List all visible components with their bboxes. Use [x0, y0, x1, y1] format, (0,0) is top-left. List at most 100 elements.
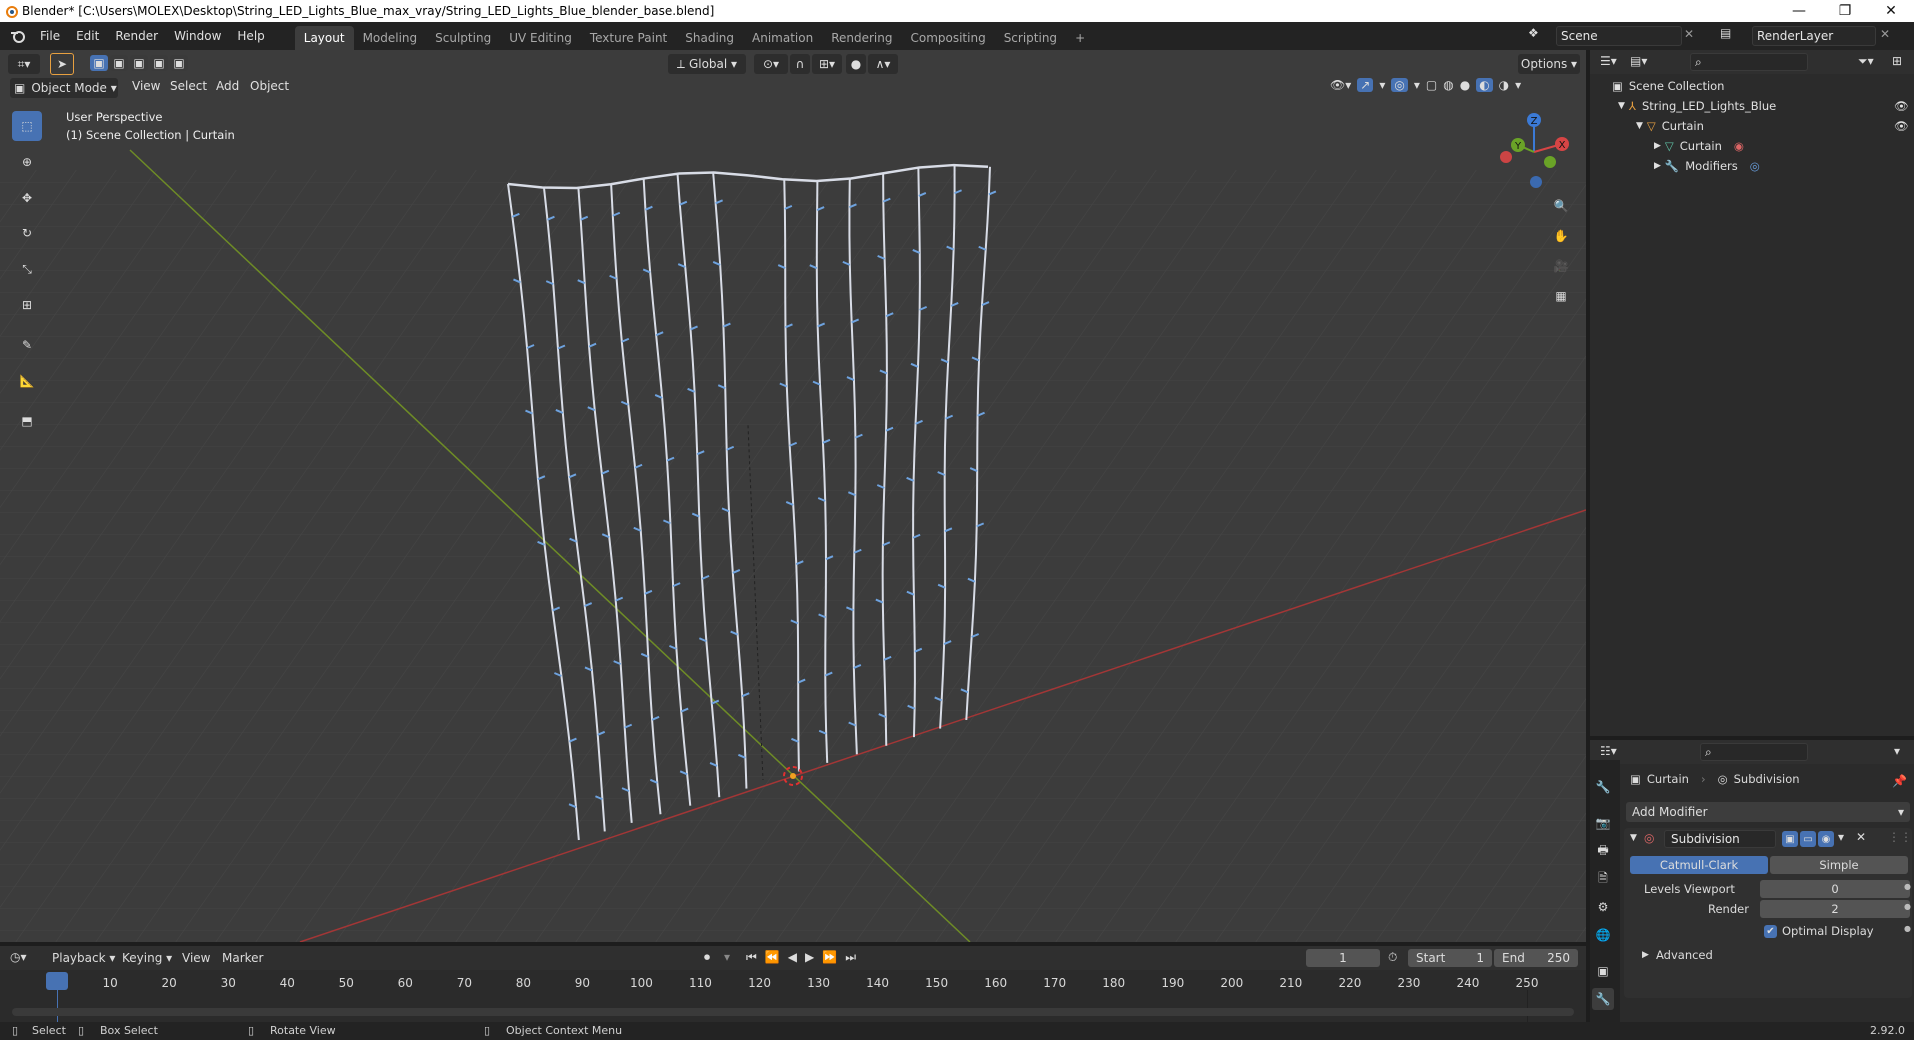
proportional-edit-icon[interactable]: ● — [846, 54, 866, 74]
collapse-arrow-icon[interactable]: ▼ — [1630, 833, 1637, 843]
menu-help[interactable]: Help — [229, 22, 272, 50]
renderlayer-close-icon[interactable]: ✕ — [1880, 27, 1890, 41]
select-intersect-icon[interactable]: ▣ — [170, 55, 188, 71]
viewport-menu-object[interactable]: Object — [242, 72, 297, 100]
select-new-icon[interactable]: ▣ — [90, 55, 108, 71]
ortho-grid-icon[interactable]: ▦ — [1548, 283, 1574, 309]
editmode-toggle-icon[interactable]: ▣ — [1782, 831, 1798, 847]
visibility-eye-icon[interactable]: 👁 — [1894, 99, 1909, 113]
keyframe-dot-icon[interactable]: ● — [1904, 882, 1911, 891]
restore-button[interactable]: ❐ — [1822, 0, 1868, 22]
shading-material-icon[interactable]: ◐ — [1476, 78, 1493, 92]
levels-viewport-field[interactable]: 0 — [1760, 880, 1910, 898]
drag-handle-icon[interactable]: ⋮⋮ — [1888, 830, 1912, 844]
scale-tool-icon[interactable]: ⤡ — [12, 254, 42, 284]
tab-rendering[interactable]: Rendering — [822, 26, 901, 50]
current-frame-field[interactable]: 1 — [1306, 949, 1380, 967]
options-dropdown[interactable]: Options ▾ — [1518, 54, 1580, 74]
camera-view-icon[interactable]: 🎥 — [1548, 253, 1574, 279]
pivot-point-icon[interactable]: ⊙▾ — [754, 54, 788, 74]
properties-dropdown-icon[interactable]: ▾ — [1894, 744, 1900, 758]
auto-key-dropdown-icon[interactable]: ▾ — [724, 950, 730, 964]
viewport-toggle-icon[interactable]: ▭ — [1800, 831, 1816, 847]
properties-search-input[interactable]: ⌕ — [1700, 743, 1808, 761]
timeline-scrollbar[interactable] — [12, 1008, 1574, 1016]
menu-edit[interactable]: Edit — [68, 22, 107, 50]
start-frame-field[interactable]: Start 1 — [1408, 949, 1492, 967]
expand-arrow-icon[interactable]: ▼ — [1636, 121, 1643, 131]
playback-menu[interactable]: Playback ▾ — [52, 951, 115, 965]
minimize-button[interactable]: — — [1776, 0, 1822, 22]
select-extend-icon[interactable]: ▣ — [110, 55, 128, 71]
annotate-tool-icon[interactable]: ✎ — [12, 330, 42, 360]
playhead-marker[interactable] — [46, 972, 68, 990]
select-tweak-icon[interactable]: ➤ — [50, 53, 74, 75]
scene-tab-icon[interactable]: ⚙ — [1592, 896, 1614, 918]
scene-selector[interactable]: Scene — [1556, 26, 1682, 46]
expand-arrow-icon[interactable]: ▶ — [1654, 161, 1661, 171]
outliner-editor-icon[interactable]: ☰▾ — [1600, 54, 1617, 68]
timeline-view-menu[interactable]: View — [182, 951, 210, 965]
modifier-menu-icon[interactable]: ▾ — [1838, 830, 1844, 844]
play-reverse-icon[interactable]: ◀ — [788, 950, 797, 965]
timeline-editor-icon[interactable]: ◷▾ — [10, 950, 27, 964]
render-tab-icon[interactable]: 📷 — [1592, 812, 1614, 834]
select-box-tool-icon[interactable]: ⬚ — [12, 111, 42, 141]
add-modifier-dropdown[interactable]: Add Modifier ▾ — [1626, 802, 1910, 822]
editor-type-icon[interactable]: ⌗▾ — [8, 54, 40, 74]
preview-range-icon[interactable]: ⏱ — [1388, 950, 1397, 965]
falloff-icon[interactable]: ∧▾ — [868, 54, 898, 74]
display-mode-icon[interactable]: ▤▾ — [1630, 54, 1647, 68]
visibility-icon[interactable]: 👁▾ — [1330, 78, 1351, 92]
tab-scripting[interactable]: Scripting — [995, 26, 1066, 50]
advanced-subpanel[interactable]: Advanced — [1656, 948, 1713, 962]
select-subtract-icon[interactable]: ▣ — [130, 55, 148, 71]
tab-texture-paint[interactable]: Texture Paint — [581, 26, 676, 50]
render-toggle-icon[interactable]: ◉ — [1818, 831, 1834, 847]
renderlayer-selector[interactable]: RenderLayer — [1752, 26, 1876, 46]
end-frame-field[interactable]: End 250 — [1494, 949, 1578, 967]
record-icon[interactable]: ⏺ — [704, 950, 710, 965]
view-layer-tab-icon[interactable]: 🗎 — [1592, 868, 1614, 890]
expand-arrow-icon[interactable]: ▶ — [1654, 141, 1661, 151]
expand-arrow-icon[interactable]: ▼ — [1618, 101, 1625, 111]
jump-keyframe-back-icon[interactable]: ⏪ — [765, 950, 780, 965]
keyframe-dot-icon[interactable]: ● — [1904, 924, 1911, 933]
overlay-dropdown-icon[interactable]: ▾ — [1414, 78, 1420, 92]
outliner-row-curtain-mesh[interactable]: ▶ ▽ Curtain ◉ — [1590, 136, 1914, 156]
outliner-row-curtain[interactable]: ▼ ▽ Curtain 👁 — [1590, 116, 1914, 136]
marker-menu[interactable]: Marker — [222, 951, 263, 965]
menu-window[interactable]: Window — [166, 22, 229, 50]
transform-tool-icon[interactable]: ⊞ — [12, 290, 42, 320]
shading-wireframe-icon[interactable]: ◍ — [1443, 78, 1453, 92]
jump-start-icon[interactable]: ⏮ — [746, 950, 757, 965]
add-workspace-button[interactable]: + — [1066, 26, 1094, 50]
3d-viewport[interactable]: ⌗▾ ➤ ▣ ▣ ▣ ▣ ▣ ⟂ Global ▾ ⊙▾ ∩ ⊞▾ ● ∧▾ Op… — [0, 50, 1586, 942]
xray-icon[interactable]: ▢ — [1426, 78, 1437, 92]
outliner-row-scene-collection[interactable]: ▣ Scene Collection — [1590, 76, 1914, 96]
modifier-name-input[interactable]: Subdivision — [1664, 830, 1776, 848]
play-icon[interactable]: ▶ — [805, 950, 814, 965]
overlay-toggle-icon[interactable]: ◎ — [1391, 78, 1408, 92]
gizmo-dropdown-icon[interactable]: ▾ — [1379, 78, 1385, 92]
navigation-gizmo[interactable]: Z X Y — [1494, 110, 1574, 190]
visibility-eye-icon[interactable]: 👁 — [1894, 119, 1909, 133]
shading-rendered-icon[interactable]: ◑ — [1499, 78, 1509, 92]
scene-close-icon[interactable]: ✕ — [1684, 27, 1694, 41]
snap-icon[interactable]: ∩ — [790, 54, 810, 74]
properties-editor-icon[interactable]: ☷▾ — [1600, 744, 1617, 758]
zoom-icon[interactable]: 🔍 — [1548, 193, 1574, 219]
jump-end-icon[interactable]: ⏭ — [845, 950, 856, 965]
expand-arrow-icon[interactable]: ▶ — [1642, 950, 1649, 960]
world-tab-icon[interactable]: 🌐 — [1592, 924, 1614, 946]
shading-dropdown-icon[interactable]: ▾ — [1515, 78, 1521, 92]
object-tab-icon[interactable]: ▣ — [1592, 960, 1614, 982]
outliner-search-input[interactable]: ⌕ — [1690, 53, 1808, 71]
tab-compositing[interactable]: Compositing — [901, 26, 994, 50]
mode-dropdown[interactable]: ▣ Object Mode ▾ — [10, 78, 118, 98]
move-tool-icon[interactable]: ✥ — [12, 183, 42, 213]
transform-orientation-dropdown[interactable]: ⟂ Global ▾ — [668, 54, 746, 74]
tab-sculpting[interactable]: Sculpting — [426, 26, 500, 50]
blender-menu-icon[interactable] — [10, 28, 26, 44]
keyframe-dot-icon[interactable]: ● — [1904, 902, 1911, 911]
